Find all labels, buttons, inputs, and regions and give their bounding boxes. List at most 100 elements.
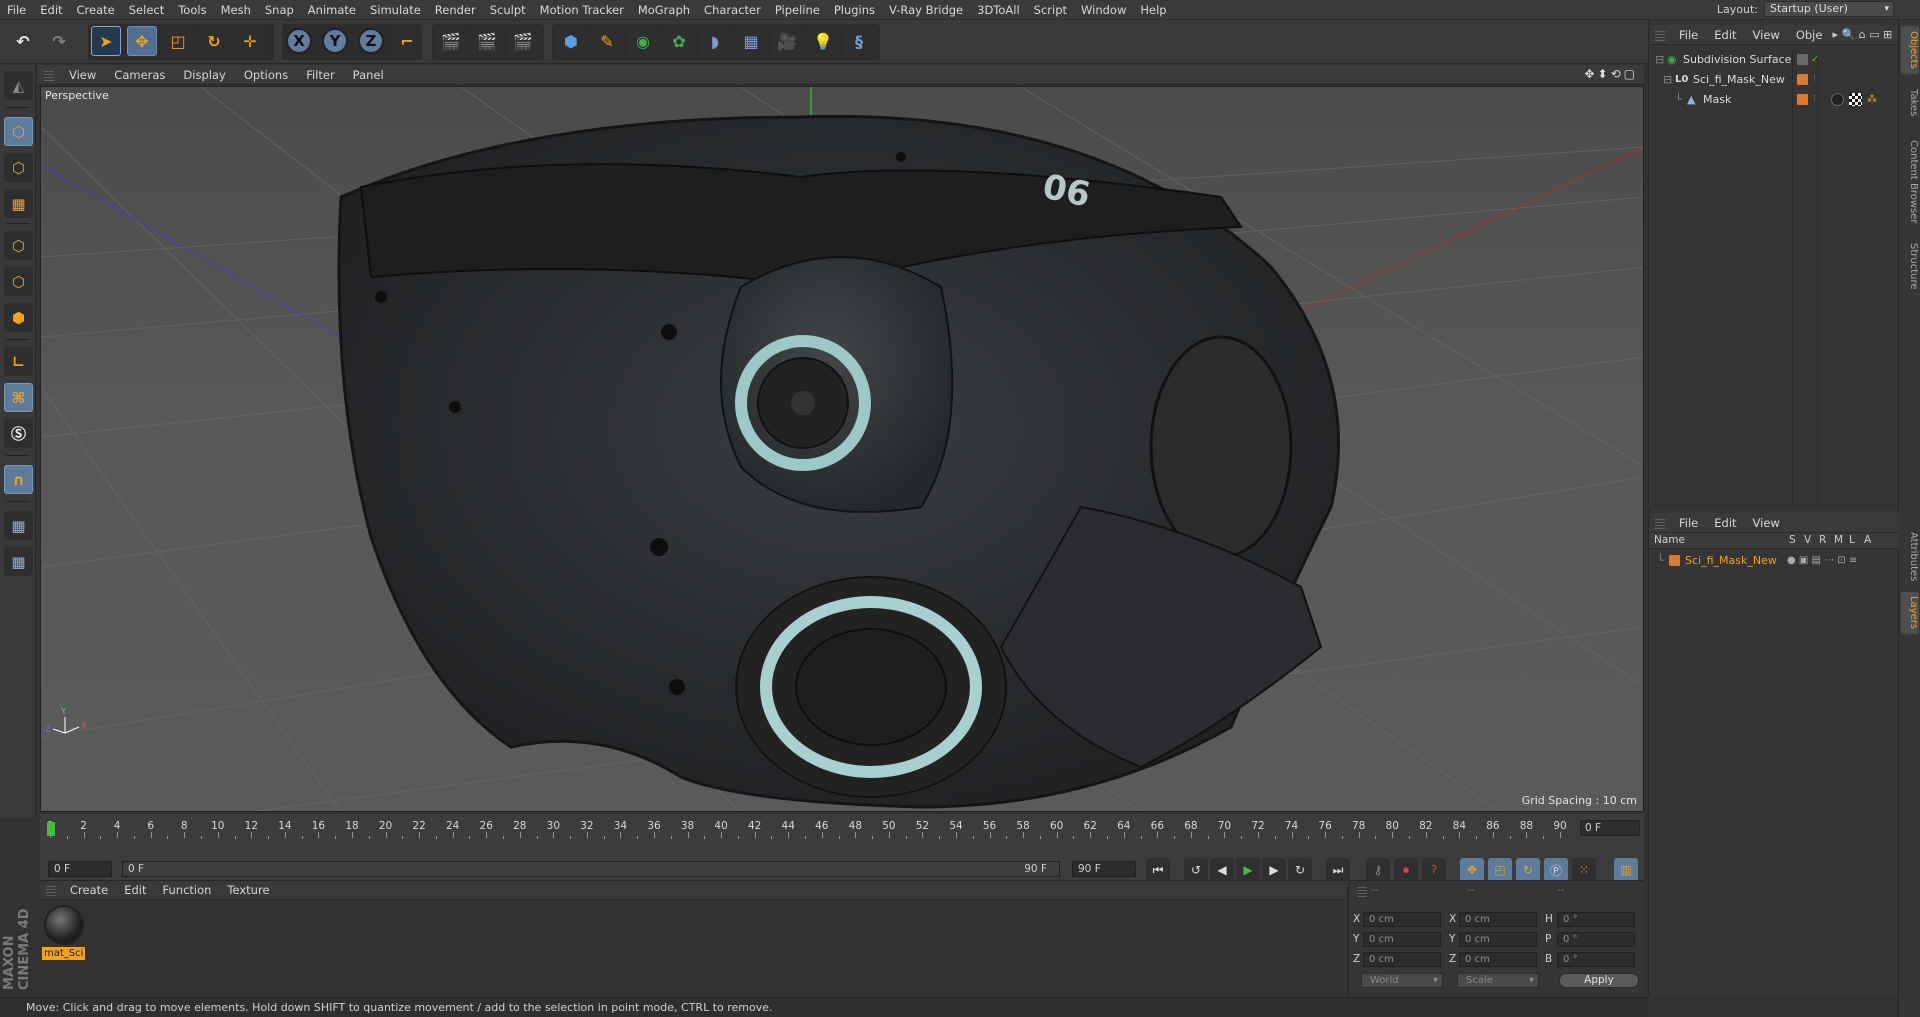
deformer-button[interactable]: ◗ [700,26,730,56]
make-editable-button[interactable]: ◭ [4,71,33,100]
texture-mode-button[interactable]: ⬡ [4,153,33,182]
tweak-mode-button[interactable]: ⌘ [4,383,33,412]
pen-button[interactable]: ✎ [592,26,622,56]
snap-button[interactable]: Ⓢ [4,419,33,448]
menu-mesh[interactable]: Mesh [214,0,258,20]
autokey-button[interactable]: ⏺ [1394,858,1418,882]
size-y-field[interactable]: 0 cm [1459,932,1537,947]
layer-row[interactable]: └ Sci_fi_Mask_New ● ▣ ▤ ⋯ ⊡ ≡ [1649,551,1899,570]
menu-3dtoall[interactable]: 3DToAll [970,0,1027,20]
key-rotation-button[interactable]: ↻ [1516,858,1540,882]
object-row[interactable]: ⊟ L0 Sci_fi_Mask_New ⁝ [1649,70,1899,89]
floor-button[interactable]: ▦ [736,26,766,56]
viewport-3d[interactable]: 06 Y X Z Perspective Grid Spacing : 10 c… [40,86,1644,812]
scale-tool-button[interactable]: ◰ [163,26,193,56]
model-mode-button[interactable]: ⬡ [4,117,33,146]
end-frame-field[interactable]: 90 F [1072,861,1136,877]
menu-sculpt[interactable]: Sculpt [483,0,533,20]
visibility-dots-icon[interactable]: ⁝ [1813,70,1816,89]
menu-v-ray-bridge[interactable]: V-Ray Bridge [882,0,970,20]
mograph-button[interactable]: ✿ [664,26,694,56]
check-icon[interactable]: ✓ [1811,50,1819,69]
frame-range-slider[interactable]: 0 F 90 F [122,861,1060,877]
key-parameter-button[interactable]: Ⓟ [1544,858,1568,882]
menu-mograph[interactable]: MoGraph [631,0,697,20]
visibility-dots-icon[interactable]: ⁝ [1813,90,1816,109]
tab-attributes[interactable]: Attributes [1901,526,1919,588]
menu-motion-tracker[interactable]: Motion Tracker [533,0,631,20]
menu-snap[interactable]: Snap [258,0,301,20]
key-pla-button[interactable]: ⁙ [1572,858,1596,882]
playhead-marker[interactable] [47,822,55,836]
mm-menu-function[interactable]: Function [155,883,220,897]
lm-menu-view[interactable]: View [1745,516,1788,530]
tab-structure[interactable]: Structure [1901,236,1919,296]
object-row[interactable]: ⊟ ◉ Subdivision Surface ✓ [1649,50,1899,69]
tab-takes[interactable]: Takes [1901,78,1919,128]
tab-objects[interactable]: Objects [1901,26,1919,74]
recent-tool-button[interactable]: ✛ [235,26,265,56]
previous-frame-button[interactable]: ◀ [1210,858,1234,882]
rot-h-field[interactable]: 0 ° [1557,912,1635,927]
previous-key-button[interactable]: ↺ [1184,858,1208,882]
layer-toggle-icons[interactable]: ● ▣ ▤ ⋯ ⊡ ≡ [1787,551,1857,570]
undo-button[interactable]: ↶ [8,26,38,56]
coordinate-system-button[interactable]: ⌐ [392,26,422,56]
menu-file[interactable]: File [0,0,33,20]
frame-ruler[interactable]: 0246810121416182022242628303234363840424… [47,818,1580,842]
menu-animate[interactable]: Animate [301,0,363,20]
workplane-mode-button[interactable]: ▦ [4,189,33,218]
z-axis-button[interactable]: Z [358,28,384,54]
menu-select[interactable]: Select [122,0,171,20]
om-menu-view[interactable]: View [1745,28,1788,42]
material-tag-icon[interactable] [1831,93,1844,106]
size-x-field[interactable]: 0 cm [1459,912,1537,927]
pos-x-field[interactable]: 0 cm [1363,912,1441,927]
coordinate-mode-dropdown[interactable]: World ▾ [1361,973,1443,988]
lm-menu-edit[interactable]: Edit [1706,516,1744,530]
next-frame-button[interactable]: ▶ [1262,858,1286,882]
lm-menu-file[interactable]: File [1671,516,1706,530]
next-key-button[interactable]: ↻ [1288,858,1312,882]
axis-mode-button[interactable]: ∟ [4,347,33,376]
viewport-navigation-icons[interactable]: ✥⬍⟲▢ [1584,67,1638,81]
viewport-menu-display[interactable]: Display [174,68,234,82]
tab-layers[interactable]: Layers [1901,592,1919,634]
om-menu-file[interactable]: File [1671,28,1706,42]
timeline-window-button[interactable]: ▥ [1614,858,1638,882]
magnet-button[interactable]: ∩ [4,465,33,494]
live-selection-button[interactable]: ➤ [91,26,121,56]
record-active-button[interactable]: ⚷ [1366,858,1390,882]
menu-simulate[interactable]: Simulate [363,0,428,20]
rotate-tool-button[interactable]: ↻ [199,26,229,56]
mm-menu-edit[interactable]: Edit [116,883,154,897]
menu-render[interactable]: Render [428,0,483,20]
start-frame-field[interactable]: 0 F [48,861,112,877]
render-picture-viewer-button[interactable]: 🎬 [472,26,502,56]
viewport-menu-panel[interactable]: Panel [344,68,393,82]
mm-menu-create[interactable]: Create [62,883,116,897]
cube-button[interactable]: ⬢ [556,26,586,56]
keyframe-selection-button[interactable]: ? [1422,858,1446,882]
viewport-menu-options[interactable]: Options [235,68,297,82]
timeline-ruler[interactable]: 0246810121416182022242628303234363840424… [40,814,1644,852]
layout-dropdown[interactable]: Startup (User) ▾ [1764,1,1894,17]
key-position-button[interactable]: ✥ [1460,858,1484,882]
material-thumbnail[interactable] [44,905,84,945]
layer-tag-orange[interactable] [1797,94,1808,105]
move-tool-button[interactable]: ✥ [127,26,157,56]
mm-menu-texture[interactable]: Texture [219,883,277,897]
tab-content-browser[interactable]: Content Browser [1901,132,1919,232]
camera-button[interactable]: 🎥 [772,26,802,56]
render-view-button[interactable]: 🎬 [436,26,466,56]
menu-script[interactable]: Script [1027,0,1074,20]
render-settings-button[interactable]: 🎬 [508,26,538,56]
size-mode-dropdown[interactable]: Scale ▾ [1457,973,1539,988]
layer-tag-empty[interactable] [1797,54,1808,65]
subdivision-button[interactable]: ◉ [628,26,658,56]
workplane-lock-button[interactable]: ▦ [4,511,33,540]
menu-help[interactable]: Help [1133,0,1173,20]
key-scale-button[interactable]: ◰ [1488,858,1512,882]
python-button[interactable]: § [844,26,874,56]
light-button[interactable]: 💡 [808,26,838,56]
